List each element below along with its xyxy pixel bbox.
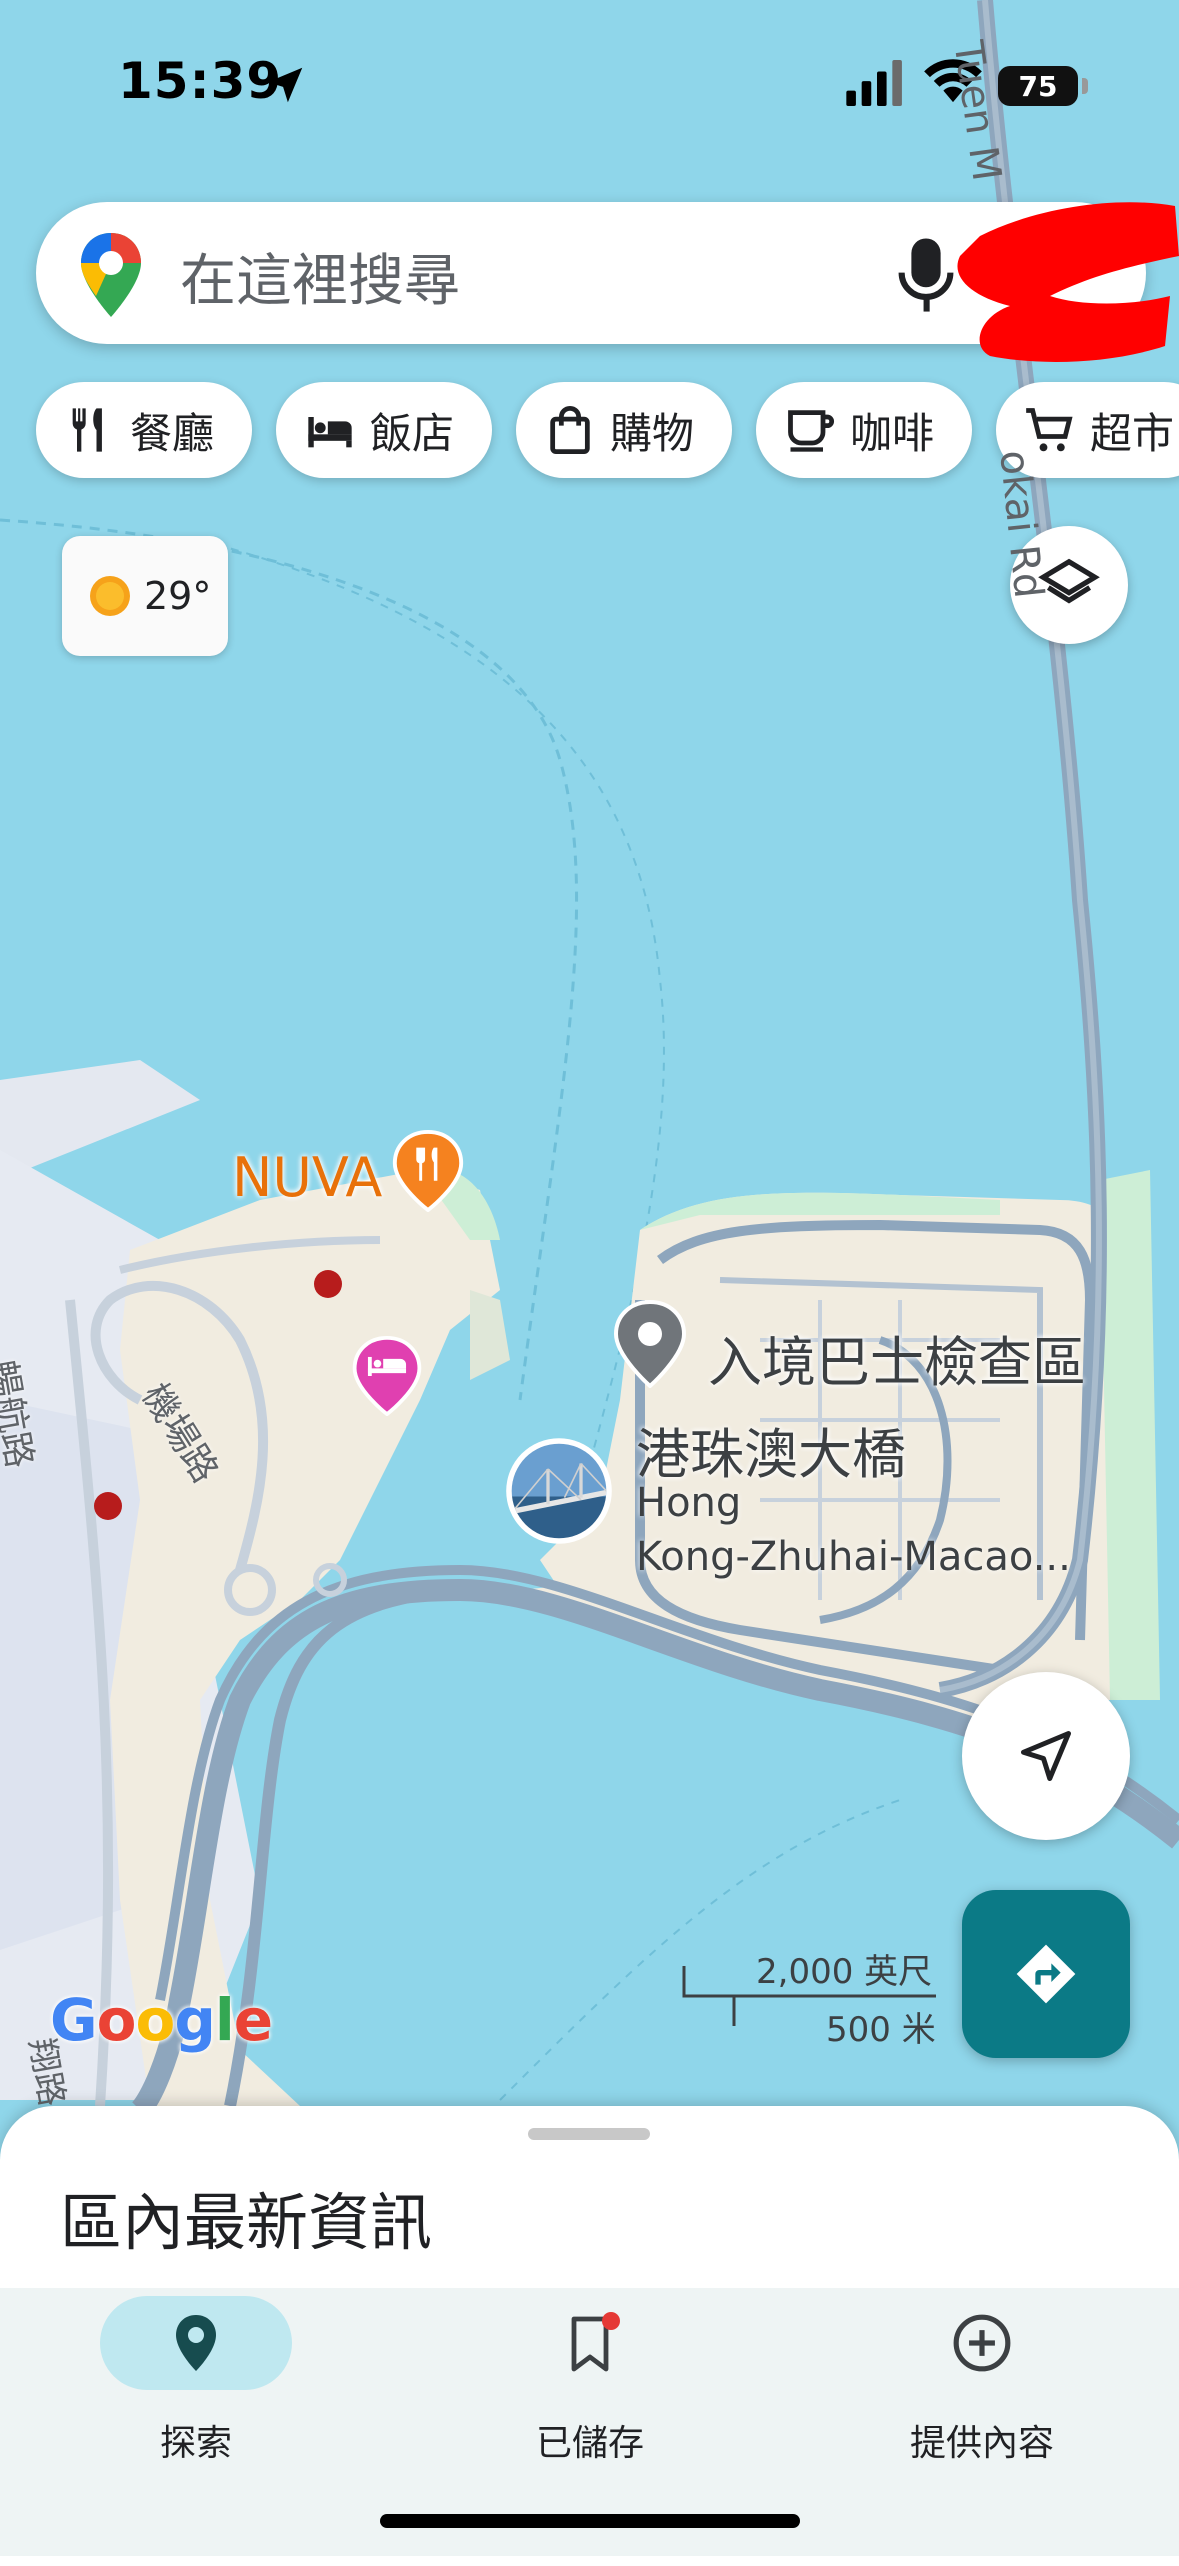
- chip-label: 餐廳: [130, 408, 215, 458]
- add-circle-icon: [953, 2314, 1011, 2372]
- directions-icon: [1016, 1944, 1076, 2004]
- scale-feet-label: 2,000 英尺: [756, 1952, 933, 1992]
- hotel-icon: [308, 417, 352, 448]
- redaction-scribble: [957, 202, 1179, 362]
- sun-icon: [90, 576, 130, 616]
- restaurant-marker-icon[interactable]: [392, 1130, 464, 1212]
- shopping-bag-icon: [550, 405, 590, 455]
- tab-label: 提供內容: [909, 2423, 1054, 2464]
- tab-explore[interactable]: 探索: [56, 2296, 336, 2466]
- tab-contribute[interactable]: 提供內容: [842, 2296, 1122, 2466]
- tab-explore-pill[interactable]: [100, 2296, 292, 2390]
- tab-saved-pill[interactable]: [494, 2296, 686, 2390]
- home-indicator[interactable]: [380, 2514, 800, 2528]
- search-input[interactable]: 在這裡搜尋: [180, 236, 460, 317]
- sheet-title: 區內最新資訊: [60, 2186, 433, 2259]
- microphone-icon[interactable]: [896, 236, 956, 314]
- restaurant-icon: [72, 408, 102, 452]
- chip-shopping[interactable]: 購物: [516, 382, 732, 478]
- place-label-bridge-en[interactable]: Kong-Zhuhai-Macao...: [636, 1534, 1071, 1580]
- place-label-bridge-en[interactable]: Hong: [636, 1480, 741, 1526]
- bus-checkpoint-marker-icon[interactable]: [614, 1300, 686, 1388]
- tab-contribute-pill[interactable]: [886, 2296, 1078, 2390]
- coffee-icon: [788, 410, 835, 452]
- place-label-nuva[interactable]: NUVA: [232, 1146, 382, 1209]
- weather-temperature: 29°: [144, 574, 212, 618]
- chip-label: 超市: [1090, 408, 1175, 458]
- sheet-drag-handle[interactable]: [528, 2128, 650, 2140]
- chip-coffee[interactable]: 咖啡: [756, 382, 972, 478]
- explore-pin-icon: [176, 2315, 216, 2371]
- my-location-button[interactable]: [962, 1672, 1130, 1840]
- place-label-bridge-zh[interactable]: 港珠澳大橋: [636, 1410, 906, 1489]
- place-label-bus-checkpoint[interactable]: 入境巴士檢查區: [708, 1318, 1086, 1397]
- google-attribution-logo: Google: [50, 1986, 273, 2054]
- google-maps-logo-icon: [81, 233, 141, 317]
- cellular-signal-icon: [846, 60, 902, 106]
- tab-label: 探索: [159, 2423, 232, 2464]
- navigation-arrow-icon: [1021, 1731, 1071, 1781]
- bridge-photo-marker[interactable]: [504, 1436, 614, 1546]
- chip-restaurants[interactable]: 餐廳: [36, 382, 252, 478]
- directions-button[interactable]: [962, 1890, 1130, 2058]
- notification-badge: [602, 2312, 620, 2330]
- battery-indicator: 75: [998, 66, 1088, 106]
- chip-hotels[interactable]: 飯店: [276, 382, 492, 478]
- chip-label: 購物: [610, 408, 695, 458]
- status-time: 15:39: [118, 52, 283, 110]
- weather-badge[interactable]: 29°: [62, 536, 228, 656]
- tab-saved[interactable]: 已儲存: [450, 2296, 730, 2466]
- chip-label: 咖啡: [850, 408, 935, 458]
- hotel-marker-icon[interactable]: [352, 1336, 422, 1416]
- scale-meters-label: 500 米: [826, 2010, 936, 2050]
- tab-label: 已儲存: [535, 2423, 644, 2464]
- chip-label: 飯店: [370, 408, 455, 458]
- location-arrow-icon: [267, 67, 303, 103]
